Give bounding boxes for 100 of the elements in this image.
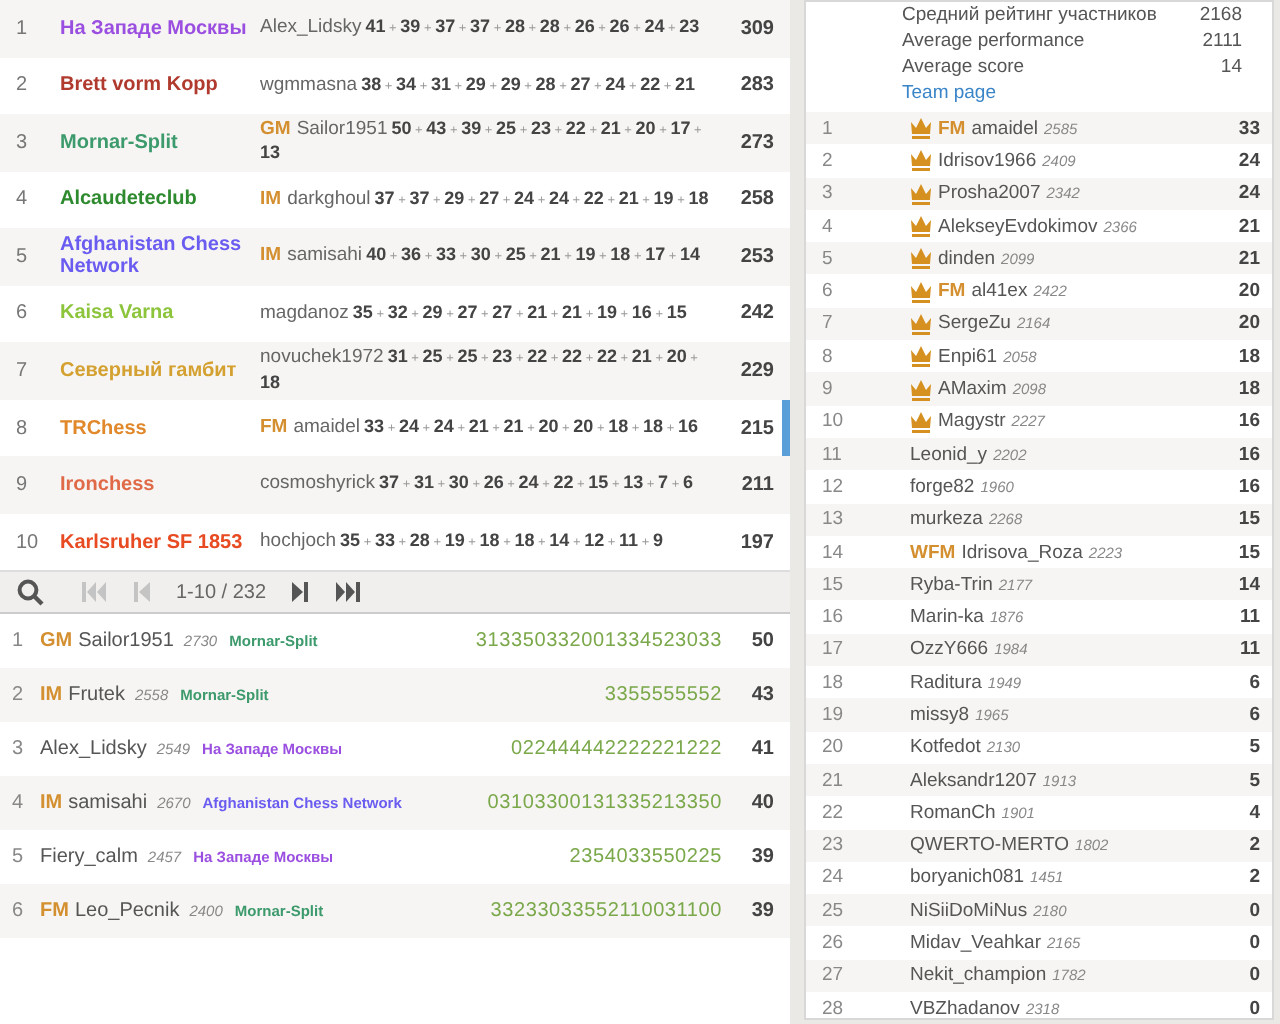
- player-link[interactable]: Ryba-Trin: [910, 573, 993, 596]
- team-link[interactable]: Alcaudeteclub: [60, 188, 260, 211]
- player-score: 20: [1236, 280, 1262, 303]
- rank-number: 3: [822, 182, 835, 205]
- rank-number: 19: [822, 703, 846, 726]
- player-link[interactable]: hochjoch: [260, 529, 337, 552]
- rank-number: 4: [16, 188, 30, 211]
- player-score: 41: [749, 738, 776, 761]
- player-link[interactable]: darkghoul: [287, 187, 371, 210]
- player-link[interactable]: Sailor1951: [296, 118, 388, 140]
- team-total: 258: [738, 188, 776, 211]
- player-link[interactable]: NiSiiDoMiNus: [910, 899, 1028, 922]
- player-score: 16: [1236, 443, 1262, 466]
- stat-label: Средний рейтинг участников: [902, 4, 1157, 26]
- player-link[interactable]: Alex_Lidsky: [40, 738, 147, 761]
- player-link[interactable]: AlekseyEvdokimov: [938, 215, 1098, 238]
- player-link[interactable]: amaidel: [293, 415, 360, 438]
- player-link[interactable]: SergeZu: [938, 312, 1011, 335]
- player-score: 0: [1247, 899, 1262, 922]
- score-sheet: 313350332001334523033: [475, 630, 722, 653]
- player-link[interactable]: cosmoshyrick: [260, 472, 376, 495]
- rank-number: 22: [822, 801, 846, 824]
- rank-number: 9: [16, 474, 30, 497]
- player-link[interactable]: Magystr: [938, 410, 1006, 433]
- player-link[interactable]: samisahi: [287, 244, 363, 267]
- player-link[interactable]: missy8: [910, 703, 970, 726]
- player-link[interactable]: al41ex: [971, 280, 1028, 303]
- rank-number: 5: [16, 245, 30, 268]
- player-link[interactable]: Leonid_y: [910, 443, 988, 466]
- player-link[interactable]: Idrisova_Roza: [961, 541, 1083, 563]
- player-link[interactable]: novuchek1972: [260, 346, 384, 369]
- player-score: 18: [1236, 378, 1262, 401]
- player-link[interactable]: OzzY666: [910, 638, 989, 661]
- player-link[interactable]: Enpi61: [938, 345, 998, 368]
- search-button[interactable]: [16, 578, 44, 607]
- team-total: 215: [738, 417, 776, 440]
- player-link[interactable]: Prosha2007: [938, 182, 1041, 205]
- player-score: 21: [1236, 215, 1262, 238]
- player-link[interactable]: Kotfedot: [910, 736, 981, 759]
- player-link[interactable]: Alex_Lidsky: [260, 16, 362, 39]
- team-total: 273: [738, 131, 776, 154]
- player-link[interactable]: Leo_Pecnik: [74, 900, 180, 923]
- rank-number: 10: [822, 410, 846, 433]
- player-link[interactable]: Idrisov1966: [938, 149, 1037, 172]
- player-title: IM: [40, 684, 63, 707]
- player-link[interactable]: Fiery_calm: [40, 846, 138, 869]
- rank-number: 2: [12, 684, 26, 707]
- player-link[interactable]: magdanoz: [260, 301, 349, 324]
- player-link[interactable]: VBZhadanov: [910, 997, 1020, 1018]
- rank-number: 4: [12, 792, 26, 815]
- rank-number: 10: [16, 531, 41, 554]
- player-link[interactable]: amaidel: [971, 117, 1038, 140]
- team-page-link[interactable]: Team page: [902, 82, 997, 104]
- player-link[interactable]: Aleksandr1207: [910, 769, 1037, 792]
- team-link[interactable]: На Западе Москвы: [60, 17, 260, 40]
- page-range: 1-10 / 232: [176, 581, 267, 604]
- player-link[interactable]: samisahi: [68, 792, 148, 815]
- player-score: 24: [1236, 149, 1262, 172]
- last-page-button[interactable]: [334, 578, 363, 607]
- player-link[interactable]: murkeza: [910, 508, 983, 531]
- player-score: 0: [1247, 964, 1262, 987]
- player-link[interactable]: Raditura: [910, 671, 982, 694]
- rank-number: 8: [16, 417, 30, 440]
- player-score: 11: [1237, 638, 1262, 661]
- team-link[interactable]: Afghanistan Chess Network: [60, 234, 260, 279]
- rank-number: 2: [16, 74, 30, 97]
- player-link[interactable]: boryanich081: [910, 866, 1025, 889]
- rank-number: 14: [822, 541, 846, 563]
- player-link[interactable]: dinden: [938, 247, 996, 270]
- player-link[interactable]: QWERTO-MERTO: [910, 834, 1070, 857]
- player-link[interactable]: RomanCh: [910, 801, 996, 824]
- rank-number: 16: [822, 606, 846, 629]
- rank-number: 26: [822, 932, 846, 955]
- player-link[interactable]: forge82: [910, 475, 975, 498]
- player-link[interactable]: Midav_Veahkar: [910, 932, 1041, 955]
- team-link[interactable]: Karlsruher SF 1853: [60, 531, 260, 554]
- player-title: FM: [938, 117, 966, 140]
- player-score: 39: [749, 846, 776, 869]
- player-link[interactable]: AMaxim: [938, 378, 1007, 401]
- player-link[interactable]: wgmmasna: [260, 73, 358, 96]
- player-link[interactable]: Marin-ka: [910, 606, 984, 629]
- rank-number: 3: [16, 131, 30, 154]
- player-score: 11: [1237, 606, 1262, 629]
- rank-number: 3: [12, 738, 26, 761]
- player-link[interactable]: Frutek: [68, 684, 125, 707]
- rank-number: 28: [822, 997, 846, 1018]
- player-link[interactable]: Sailor1951: [78, 630, 174, 653]
- team-link[interactable]: Brett vorm Kopp: [60, 74, 260, 97]
- player-link[interactable]: Nekit_champion: [910, 964, 1047, 987]
- player-score: 16: [1236, 475, 1262, 498]
- rank-number: 17: [822, 638, 846, 661]
- rank-number: 13: [822, 508, 846, 531]
- rank-number: 27: [822, 964, 846, 987]
- last-page-icon: [334, 578, 363, 607]
- stat-value: 14: [1220, 56, 1242, 78]
- rank-number: 7: [822, 312, 835, 335]
- rank-number: 2: [822, 149, 835, 172]
- rank-number: 1: [12, 630, 26, 653]
- rank-number: 4: [822, 215, 835, 238]
- player-score: 18: [1236, 345, 1262, 368]
